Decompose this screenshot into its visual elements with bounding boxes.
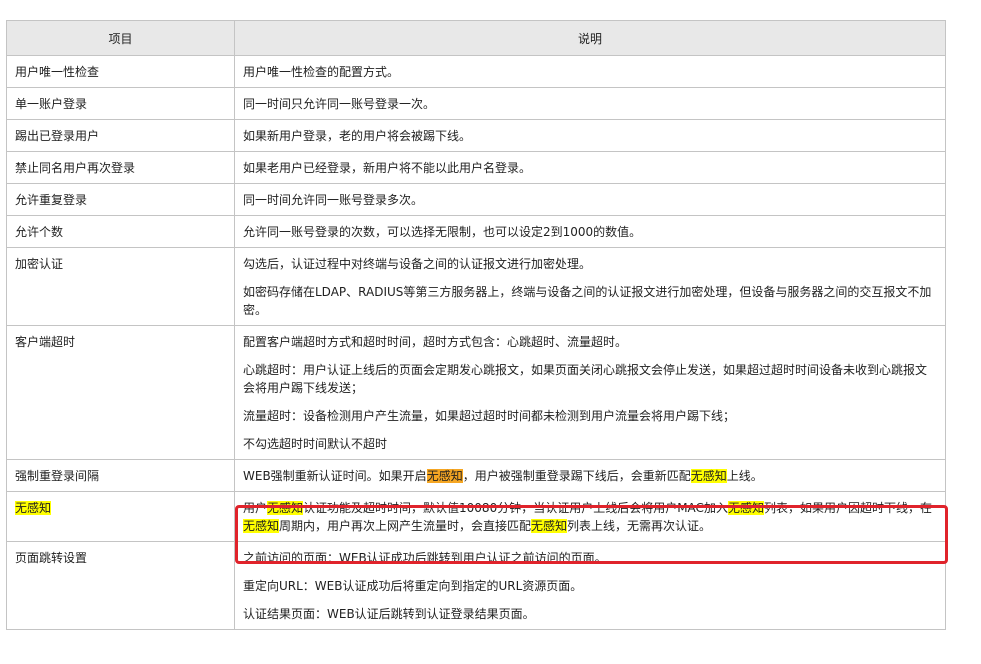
row-item: 用户唯一性检查 [6, 55, 235, 88]
description-text: 同一时间允许同一账号登录多次。 [243, 193, 424, 207]
description-text: 如果老用户已经登录，新用户将不能以此用户名登录。 [243, 161, 532, 175]
description-text: 重定向URL：WEB认证成功后将重定向到指定的URL资源页面。 [243, 579, 583, 593]
row-item: 禁止同名用户再次登录 [6, 151, 235, 184]
highlighted-term: 无感知 [426, 469, 463, 483]
header-description: 说明 [234, 20, 946, 56]
header-item: 项目 [6, 20, 235, 56]
highlighted-term: 无感知 [690, 469, 727, 483]
row-item: 客户端超时 [6, 325, 235, 460]
text-segment: ，用户被强制重登录踢下线后，会重新匹配 [462, 469, 691, 483]
row-item: 无感知 [6, 491, 235, 542]
callout-box [235, 505, 948, 564]
row-description: 用户唯一性检查的配置方式。 [234, 55, 946, 88]
row-item: 加密认证 [6, 247, 235, 326]
description-text: 用户唯一性检查的配置方式。 [243, 65, 400, 79]
table-row: 禁止同名用户再次登录 如果老用户已经登录，新用户将不能以此用户名登录。 [6, 151, 946, 184]
description-text: 勾选后，认证过程中对终端与设备之间的认证报文进行加密处理。 [243, 257, 592, 271]
description-text: 不勾选超时时间默认不超时 [243, 437, 388, 451]
table-row: 允许重复登录 同一时间允许同一账号登录多次。 [6, 183, 946, 216]
description-text: 流量超时：设备检测用户产生流量，如果超过超时时间都未检测到用户流量会将用户踢下线… [243, 409, 736, 423]
row-item: 页面跳转设置 [6, 541, 235, 630]
row-description: 同一时间允许同一账号登录多次。 [234, 183, 946, 216]
description-text: 如密码存储在LDAP、RADIUS等第三方服务器上，终端与设备之间的认证报文进行… [243, 285, 932, 317]
table-row: 允许个数 允许同一账号登录的次数，可以选择无限制，也可以设定2到1000的数值。 [6, 215, 946, 248]
table-row: 单一账户登录 同一时间只允许同一账号登录一次。 [6, 87, 946, 120]
row-description: 配置客户端超时方式和超时时间，超时方式包含：心跳超时、流量超时。 心跳超时：用户… [234, 325, 946, 460]
text-segment: 上线。 [726, 469, 763, 483]
row-description: WEB强制重新认证时间。如果开启无感知，用户被强制重登录踢下线后，会重新匹配无感… [234, 459, 946, 492]
table-header-row: 项目 说明 [6, 20, 946, 56]
table-row: 客户端超时 配置客户端超时方式和超时时间，超时方式包含：心跳超时、流量超时。 心… [6, 325, 946, 460]
description-text: 允许同一账号登录的次数，可以选择无限制，也可以设定2到1000的数值。 [243, 225, 642, 239]
description-text: 心跳超时：用户认证上线后的页面会定期发心跳报文，如果页面关闭心跳报文会停止发送，… [243, 363, 928, 395]
description-text: 认证结果页面：WEB认证后跳转到认证登录结果页面。 [243, 607, 535, 621]
table-row: 强制重登录间隔 WEB强制重新认证时间。如果开启无感知，用户被强制重登录踢下线后… [6, 459, 946, 492]
description-text: 同一时间只允许同一账号登录一次。 [243, 97, 436, 111]
row-description: 如果新用户登录，老的用户将会被踢下线。 [234, 119, 946, 152]
description-text: WEB强制重新认证时间。如果开启无感知，用户被强制重登录踢下线后，会重新匹配无感… [243, 467, 937, 485]
row-item: 允许重复登录 [6, 183, 235, 216]
row-item: 允许个数 [6, 215, 235, 248]
row-description: 如果老用户已经登录，新用户将不能以此用户名登录。 [234, 151, 946, 184]
description-text: 配置客户端超时方式和超时时间，超时方式包含：心跳超时、流量超时。 [243, 335, 628, 349]
text-segment: WEB强制重新认证时间。如果开启 [243, 469, 427, 483]
row-description: 同一时间只允许同一账号登录一次。 [234, 87, 946, 120]
row-item: 强制重登录间隔 [6, 459, 235, 492]
description-text: 如果新用户登录，老的用户将会被踢下线。 [243, 129, 472, 143]
row-description: 允许同一账号登录的次数，可以选择无限制，也可以设定2到1000的数值。 [234, 215, 946, 248]
row-item: 踢出已登录用户 [6, 119, 235, 152]
table-row: 用户唯一性检查 用户唯一性检查的配置方式。 [6, 55, 946, 88]
row-description: 勾选后，认证过程中对终端与设备之间的认证报文进行加密处理。 如密码存储在LDAP… [234, 247, 946, 326]
table-row: 加密认证 勾选后，认证过程中对终端与设备之间的认证报文进行加密处理。 如密码存储… [6, 247, 946, 326]
table-row: 踢出已登录用户 如果新用户登录，老的用户将会被踢下线。 [6, 119, 946, 152]
highlighted-term: 无感知 [15, 501, 52, 515]
row-item: 单一账户登录 [6, 87, 235, 120]
